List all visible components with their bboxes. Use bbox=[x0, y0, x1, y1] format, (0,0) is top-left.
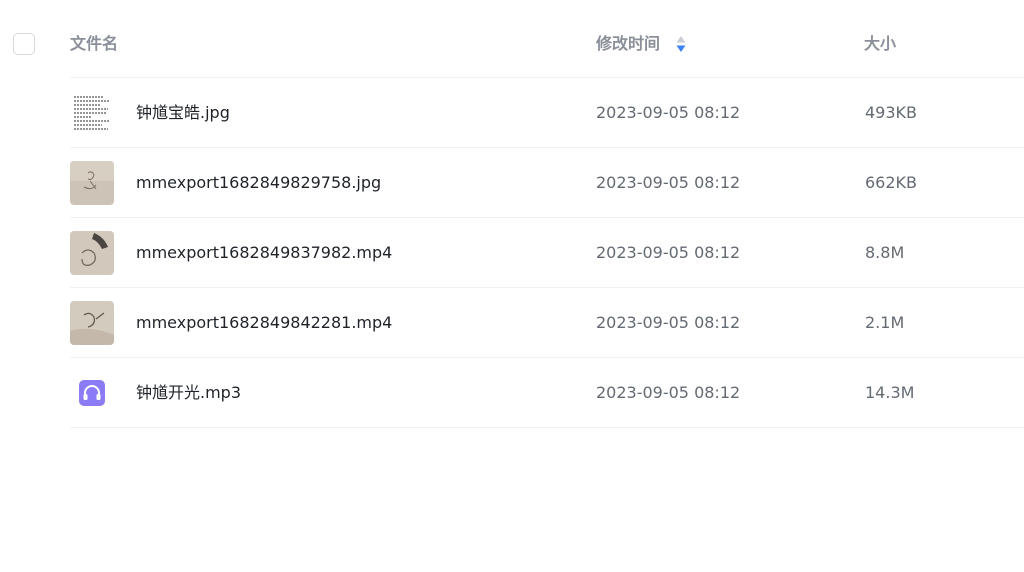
sort-icon[interactable] bbox=[675, 35, 687, 53]
audio-headphones-icon bbox=[70, 371, 114, 415]
column-header-modified[interactable]: 修改时间 bbox=[596, 33, 660, 55]
video-thumbnail bbox=[70, 301, 114, 345]
file-size: 14.3M bbox=[865, 383, 915, 402]
table-row[interactable]: 钟馗宝皓.jpg 2023-09-05 08:12 493KB bbox=[70, 78, 1024, 148]
table-row[interactable]: 钟馗开光.mp3 2023-09-05 08:12 14.3M bbox=[70, 358, 1024, 428]
table-row[interactable]: mmexport1682849837982.mp4 2023-09-05 08:… bbox=[70, 218, 1024, 288]
document-thumbnail bbox=[70, 91, 114, 135]
file-list-view: 文件名 修改时间 大小 钟馗宝皓.jpg 2023-09-05 08:12 49… bbox=[0, 0, 1024, 572]
file-name[interactable]: mmexport1682849842281.mp4 bbox=[136, 312, 392, 334]
file-name[interactable]: mmexport1682849837982.mp4 bbox=[136, 242, 392, 264]
select-all-checkbox[interactable] bbox=[13, 33, 35, 55]
column-header-name[interactable]: 文件名 bbox=[70, 33, 118, 55]
table-row[interactable]: mmexport1682849829758.jpg 2023-09-05 08:… bbox=[70, 148, 1024, 218]
video-thumbnail bbox=[70, 231, 114, 275]
file-name[interactable]: 钟馗宝皓.jpg bbox=[136, 102, 230, 124]
file-table-body: 钟馗宝皓.jpg 2023-09-05 08:12 493KB mmexport… bbox=[70, 78, 1024, 428]
column-header-size[interactable]: 大小 bbox=[864, 33, 896, 55]
photo-thumbnail bbox=[70, 161, 114, 205]
file-name[interactable]: mmexport1682849829758.jpg bbox=[136, 172, 381, 194]
file-size: 493KB bbox=[865, 103, 918, 122]
file-modified-time: 2023-09-05 08:12 bbox=[596, 173, 741, 192]
file-size: 2.1M bbox=[865, 313, 905, 332]
table-header: 文件名 修改时间 大小 bbox=[70, 0, 1024, 78]
file-size: 662KB bbox=[865, 173, 918, 192]
table-row[interactable]: mmexport1682849842281.mp4 2023-09-05 08:… bbox=[70, 288, 1024, 358]
file-name[interactable]: 钟馗开光.mp3 bbox=[136, 382, 241, 404]
file-size: 8.8M bbox=[865, 243, 905, 262]
file-modified-time: 2023-09-05 08:12 bbox=[596, 243, 741, 262]
file-modified-time: 2023-09-05 08:12 bbox=[596, 313, 741, 332]
file-modified-time: 2023-09-05 08:12 bbox=[596, 103, 741, 122]
file-modified-time: 2023-09-05 08:12 bbox=[596, 383, 741, 402]
